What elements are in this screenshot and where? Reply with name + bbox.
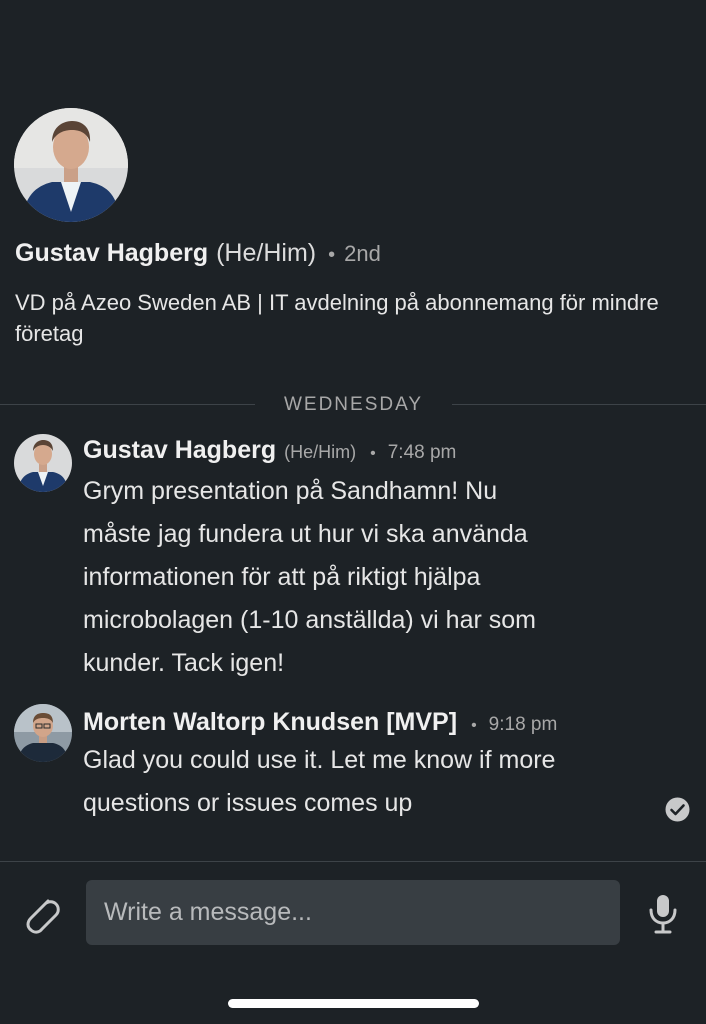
microphone-icon[interactable] [646,893,680,935]
message-line: Grym presentation på Sandhamn! Nu [83,477,498,505]
profile-avatar-photo [14,108,128,222]
profile-headline: VD på Azeo Sweden AB | IT avdelning på a… [15,290,659,346]
sender-avatar-photo [14,434,72,492]
separator-dot: • [471,717,477,734]
home-indicator[interactable] [228,999,479,1008]
separator-dot: • [370,445,376,462]
composer-divider [0,861,706,862]
message-sender-name[interactable]: Morten Waltorp Knudsen [MVP] [83,708,457,737]
paperclip-icon[interactable] [20,892,64,936]
separator-line [0,404,255,405]
connection-degree: 2nd [344,241,381,266]
day-separator: WEDNESDAY [0,392,706,418]
message-input[interactable] [86,880,620,945]
profile-pronouns: (He/Him) [216,239,317,267]
message-line: Glad you could use it. Let me know if mo… [83,746,556,774]
sender-avatar-photo [14,704,72,762]
message-timestamp: 9:18 pm [488,714,558,735]
sender-avatar[interactable] [14,434,72,492]
message-header: Gustav Hagberg (He/Him) • 7:48 pm [83,436,456,465]
message-header: Morten Waltorp Knudsen [MVP] • 9:18 pm [83,708,557,737]
message-timestamp: 7:48 pm [387,442,457,463]
message-line: kunder. Tack igen! [83,649,285,677]
message-sender-name[interactable]: Gustav Hagberg [83,436,276,465]
message-body: Glad you could use it. Let me know if mo… [83,746,555,832]
message-sender-pronouns: (He/Him) [284,442,357,462]
message-line: informationen för att på riktigt hjälpa [83,563,481,591]
message-line: microbolagen (1-10 anställda) vi har som [83,606,536,634]
separator-dot: • [328,244,336,266]
separator-line [452,404,706,405]
profile-avatar[interactable] [14,108,128,222]
profile-name-row: Gustav Hagberg (He/Him) • 2nd [15,239,381,268]
sender-avatar[interactable] [14,704,72,762]
message-body: Grym presentation på Sandhamn! Nu måste … [83,477,536,692]
day-label: WEDNESDAY [283,394,424,415]
read-receipt-check-icon [665,797,690,822]
message-line: questions or issues comes up [83,789,413,817]
message-line: måste jag fundera ut hur vi ska använda [83,520,528,548]
profile-name[interactable]: Gustav Hagberg [15,239,208,268]
